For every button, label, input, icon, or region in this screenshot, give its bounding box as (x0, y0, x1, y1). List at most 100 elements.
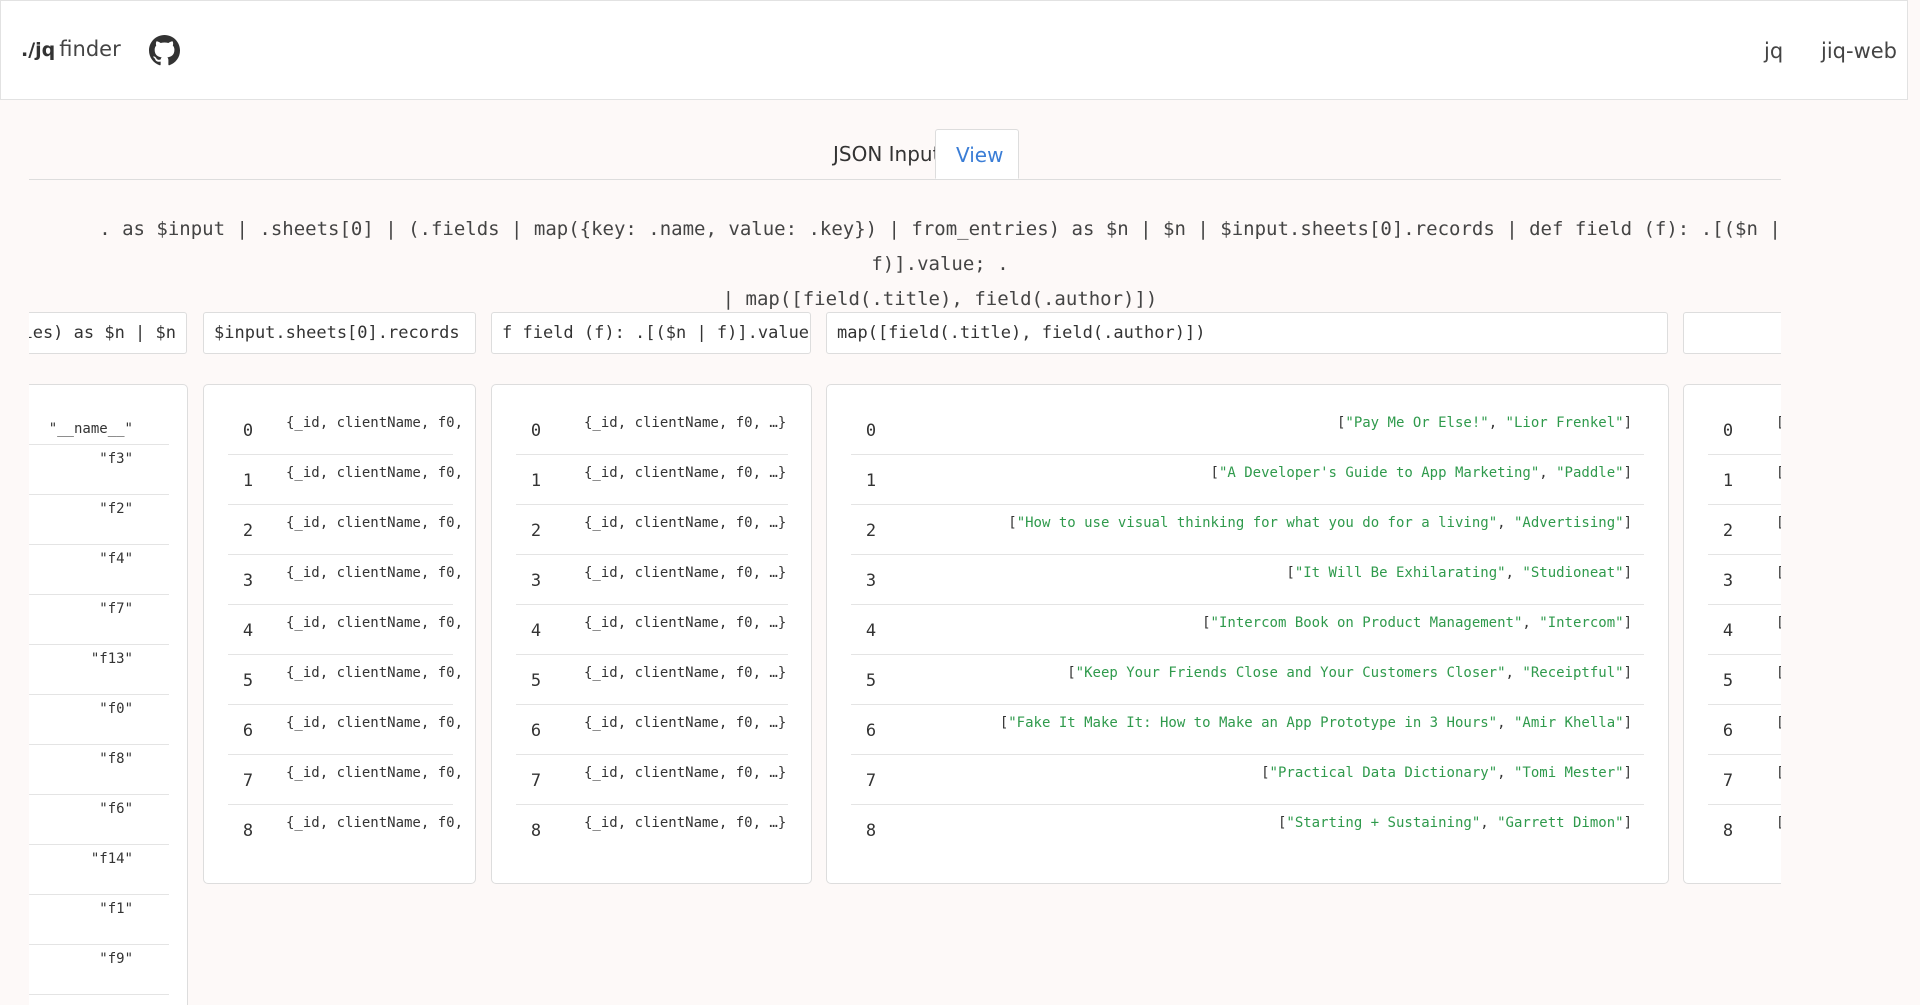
row-index: 4 (530, 621, 542, 641)
row-index: 2 (530, 521, 542, 541)
book-title: "A Developer's Guide to App Marketing" (1218, 465, 1540, 481)
result-row[interactable]: 6 ["Fake It Make It: How to Make an App P… (851, 705, 1644, 755)
row-index: 0 (865, 421, 877, 441)
result-row[interactable]: 0 {_id, clientName, f0, (228, 405, 463, 455)
row-value: [ (1776, 615, 1781, 631)
result-row[interactable]: 2 {_id, clientName, f0, …} (516, 505, 788, 555)
result-row[interactable]: 6 {_id, clientName, f0, (228, 705, 463, 755)
row-index: 1 (865, 471, 877, 491)
key-value: "f2" (99, 501, 133, 517)
key-row[interactable]: "f6" (29, 795, 169, 845)
key-row[interactable]: "f3" (29, 445, 169, 495)
row-value: {_id, clientName, f0, …} (584, 815, 787, 831)
row-value: {_id, clientName, f0, (286, 665, 464, 681)
row-index: 4 (242, 621, 254, 641)
result-row[interactable]: 0 ["Pay Me Or Else!", "Lior Frenkel"] (851, 405, 1644, 455)
tab-bar: JSON Input View (29, 129, 1781, 180)
tab-view[interactable]: View (935, 129, 1019, 179)
key-row[interactable]: "f9" (29, 945, 169, 995)
result-row[interactable]: 7 ["Practical Data Dictionary", "Tomi Mes… (851, 755, 1644, 805)
row-index: 7 (865, 771, 877, 791)
result-row[interactable]: 0[ (1708, 405, 1781, 455)
key-row[interactable]: "__name__" (29, 405, 169, 445)
result-row[interactable]: 6[ (1708, 705, 1781, 755)
result-row[interactable]: 1 ["A Developer's Guide to App Marketing"… (851, 455, 1644, 505)
result-row[interactable]: 1[ (1708, 455, 1781, 505)
book-title: "It Will Be Exhilarating" (1294, 565, 1506, 581)
result-row[interactable]: 5 {_id, clientName, f0, …} (516, 655, 788, 705)
result-row[interactable]: 3 ["It Will Be Exhilarating", "Studioneat… (851, 555, 1644, 605)
row-value: {_id, clientName, f0, (286, 715, 464, 731)
result-row[interactable]: 7 {_id, clientName, f0, …} (516, 755, 788, 805)
result-row[interactable]: 8 ["Starting + Sustaining", "Garrett Dimo… (851, 805, 1644, 855)
row-index: 5 (530, 671, 542, 691)
result-row[interactable]: 1 {_id, clientName, f0, …} (516, 455, 788, 505)
row-index: 5 (242, 671, 254, 691)
result-row[interactable]: 2 ["How to use visual thinking for what y… (851, 505, 1644, 555)
row-index: 3 (530, 571, 542, 591)
result-row[interactable]: 7 {_id, clientName, f0, (228, 755, 463, 805)
key-row[interactable]: "f4" (29, 545, 169, 595)
nav-link-jq[interactable]: jq (1764, 39, 1783, 63)
result-row[interactable]: 8[ (1708, 805, 1781, 855)
key-row[interactable]: "f7" (29, 595, 169, 645)
row-index: 6 (1722, 721, 1734, 741)
brand-text: finder (59, 37, 121, 61)
brand-mark: ./jq (21, 39, 56, 61)
key-value: "f7" (99, 601, 133, 617)
result-row[interactable]: 2 {_id, clientName, f0, (228, 505, 463, 555)
key-row[interactable]: "f8" (29, 745, 169, 795)
key-row[interactable]: "f1" (29, 895, 169, 945)
result-row[interactable]: 4 {_id, clientName, f0, …} (516, 605, 788, 655)
result-row[interactable]: 8 {_id, clientName, f0, …} (516, 805, 788, 855)
row-value: ["Fake It Make It: How to Make an App Pr… (999, 715, 1632, 731)
result-row[interactable]: 3[ (1708, 555, 1781, 605)
row-index: 6 (242, 721, 254, 741)
result-row[interactable]: 4 {_id, clientName, f0, (228, 605, 463, 655)
row-index: 3 (1722, 571, 1734, 591)
filter-input-4[interactable]: map([field(.title), field(.author)]) (826, 312, 1668, 354)
result-row[interactable]: 4[ (1708, 605, 1781, 655)
key-value: "f6" (99, 801, 133, 817)
book-author: "Lior Frenkel" (1505, 415, 1624, 431)
key-value: "f9" (99, 951, 133, 967)
filter-input-5[interactable] (1683, 312, 1781, 354)
result-row[interactable]: 6 {_id, clientName, f0, …} (516, 705, 788, 755)
result-row[interactable]: 8 {_id, clientName, f0, (228, 805, 463, 855)
result-row[interactable]: 5[ (1708, 655, 1781, 705)
result-row[interactable]: 1 {_id, clientName, f0, (228, 455, 463, 505)
result-row[interactable]: 3 {_id, clientName, f0, …} (516, 555, 788, 605)
result-row[interactable]: 5 ["Keep Your Friends Close and Your Cust… (851, 655, 1644, 705)
book-title: "Practical Data Dictionary" (1269, 765, 1498, 781)
filter-input-1[interactable]: ies) as $n | $n (29, 312, 187, 354)
book-author: "Amir Khella" (1513, 715, 1624, 731)
github-icon[interactable] (149, 35, 180, 66)
filter-input-3[interactable]: f field (f): .[($n | f)].value (491, 312, 811, 354)
result-row[interactable]: 7[ (1708, 755, 1781, 805)
row-value: ["Intercom Book on Product Management", … (1202, 615, 1632, 631)
book-title: "How to use visual thinking for what you… (1016, 515, 1498, 531)
row-index: 2 (865, 521, 877, 541)
row-index: 6 (865, 721, 877, 741)
nav-link-jiq-web[interactable]: jiq-web (1821, 39, 1897, 63)
key-row[interactable]: "f0" (29, 695, 169, 745)
result-row[interactable]: 3 {_id, clientName, f0, (228, 555, 463, 605)
result-row[interactable]: 4 ["Intercom Book on Product Management",… (851, 605, 1644, 655)
pipeline-viewport[interactable]: ies) as $n | $n $input.sheets[0].records… (29, 300, 1781, 1005)
row-value: [ (1776, 715, 1781, 731)
row-index: 1 (242, 471, 254, 491)
query-line-1: . as $input | .sheets[0] | (.fields | ma… (99, 218, 1781, 275)
key-row[interactable]: "f13" (29, 645, 169, 695)
result-row[interactable]: 5 {_id, clientName, f0, (228, 655, 463, 705)
filter-input-2[interactable]: $input.sheets[0].records (203, 312, 476, 354)
result-row[interactable]: 0 {_id, clientName, f0, …} (516, 405, 788, 455)
row-index: 2 (1722, 521, 1734, 541)
brand-logo[interactable]: ./jq finder (21, 37, 121, 61)
result-row[interactable]: 2[ (1708, 505, 1781, 555)
row-index: 7 (1722, 771, 1734, 791)
key-row[interactable]: "f2" (29, 495, 169, 545)
key-row[interactable]: "f14" (29, 845, 169, 895)
row-value: {_id, clientName, f0, …} (584, 765, 787, 781)
row-value: ["Keep Your Friends Close and Your Custo… (1067, 665, 1632, 681)
result-panel-5: 0[1[2[3[4[5[6[7[8[ (1683, 384, 1781, 884)
